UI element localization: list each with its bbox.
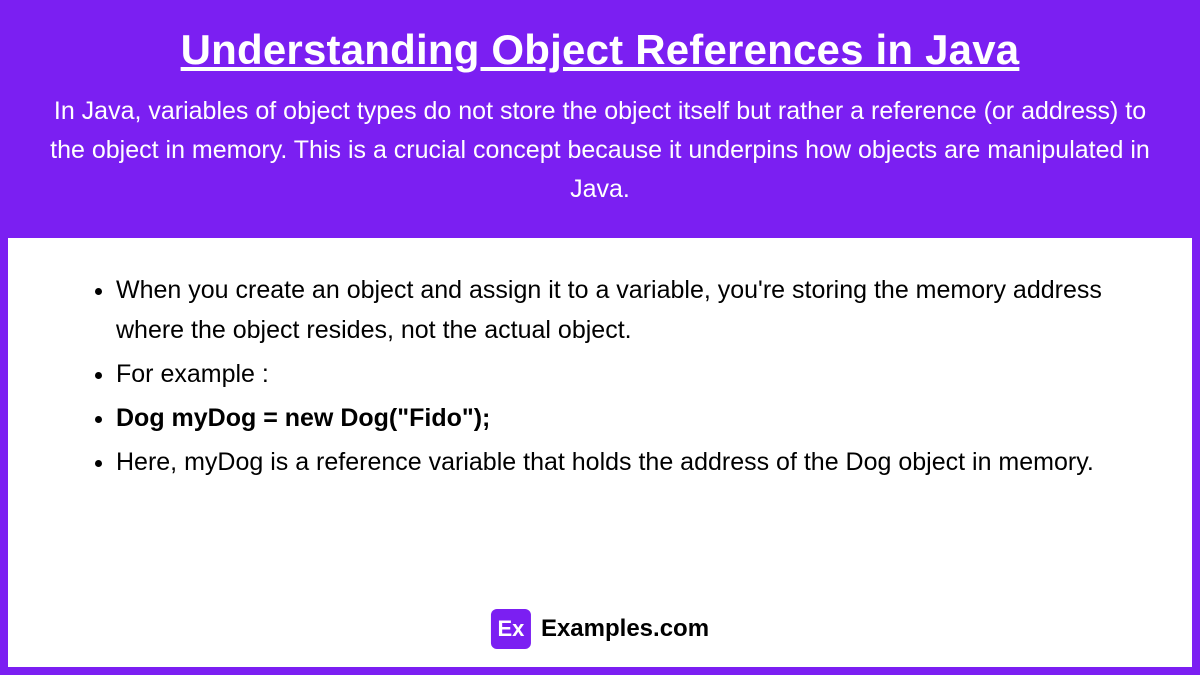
header-block: Understanding Object References in Java …	[8, 8, 1192, 238]
list-item-code: Dog myDog = new Dog("Fido");	[116, 398, 1132, 438]
document-frame: Understanding Object References in Java …	[0, 0, 1200, 675]
footer-brand: Ex Examples.com	[491, 609, 709, 649]
brand-name: Examples.com	[541, 615, 709, 643]
list-item: Here, myDog is a reference variable that…	[116, 442, 1132, 482]
intro-paragraph: In Java, variables of object types do no…	[48, 92, 1152, 208]
content-block: When you create an object and assign it …	[8, 238, 1192, 667]
brand-logo-icon: Ex	[491, 609, 531, 649]
page-title: Understanding Object References in Java	[48, 26, 1152, 74]
bullet-list: When you create an object and assign it …	[68, 270, 1132, 482]
list-item: For example :	[116, 354, 1132, 394]
list-item: When you create an object and assign it …	[116, 270, 1132, 350]
